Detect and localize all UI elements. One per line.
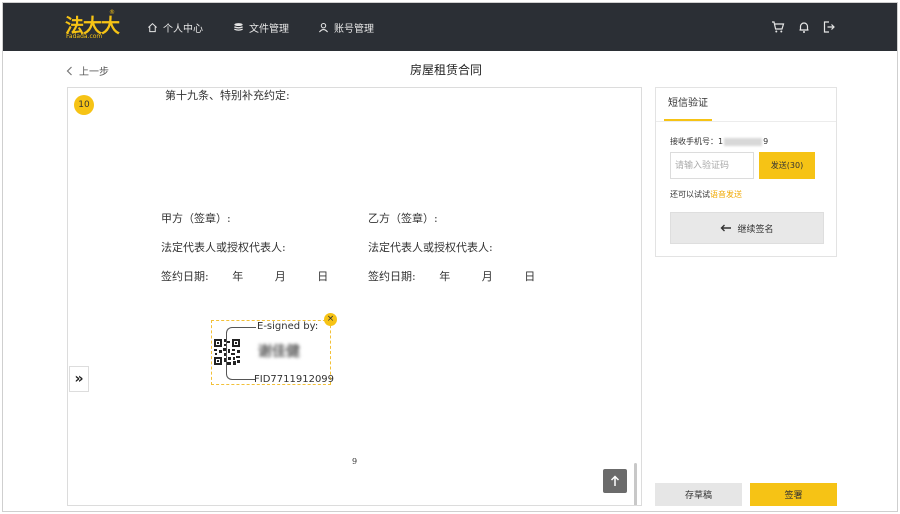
date-year: 年 (439, 270, 451, 283)
nav-file-management[interactable]: 文件管理 (233, 3, 289, 51)
back-label: 上一步 (79, 67, 109, 78)
document-title: 房屋租赁合同 (409, 63, 482, 77)
nav-personal-center[interactable]: 个人中心 (147, 3, 203, 51)
receiving-phone: 接收手机号：1 9 (670, 136, 768, 147)
arrow-up-icon (610, 475, 620, 486)
tab-divider (656, 121, 836, 122)
app-window: 法大大 ® Fadada.com 个人中心 文件管理 账号管理 上一步 房屋租赁… (2, 2, 898, 512)
seal-signed-by: E-signed by: (257, 321, 319, 332)
seal-signer-name: 谢佳健 (258, 344, 300, 360)
nav-label: 文件管理 (249, 23, 289, 35)
back-button[interactable]: 上一步 (66, 63, 109, 78)
alt-text: 还可以试试 (670, 190, 710, 199)
party-a-sign-date: 签约日期: 年 月 日 (161, 268, 328, 284)
nav-label: 账号管理 (334, 23, 374, 35)
arrow-left-icon (720, 224, 732, 232)
sign-button[interactable]: 签署 (750, 483, 837, 506)
phone-suffix: 9 (763, 137, 769, 146)
voice-send-link[interactable]: 语音发送 (710, 190, 742, 199)
user-icon (318, 22, 329, 32)
date-label: 签约日期: (161, 270, 209, 283)
save-draft-button[interactable]: 存草稿 (655, 483, 742, 506)
fadada-logo[interactable]: 法大大 ® Fadada.com (65, 9, 120, 43)
alternative-method: 还可以试试语音发送 (670, 189, 742, 200)
page-badge: 10 (74, 95, 94, 115)
tab-sms-verification[interactable]: 短信验证 (664, 88, 712, 121)
cart-icon[interactable] (771, 20, 785, 34)
database-icon (234, 22, 243, 31)
seal-fid: FID7711912099 (254, 374, 335, 385)
date-month: 月 (274, 270, 286, 283)
nav-account-management[interactable]: 账号管理 (318, 3, 374, 51)
party-b-seal: 乙方（签章）: (368, 212, 438, 225)
nav-label: 个人中心 (163, 23, 203, 35)
party-a-representative: 法定代表人或授权代表人: (161, 241, 286, 254)
back-to-top-button[interactable] (603, 469, 627, 493)
verification-code-input[interactable] (670, 152, 754, 179)
party-b-sign-date: 签约日期: 年 月 日 (368, 268, 535, 284)
date-month: 月 (481, 270, 493, 283)
party-b-representative: 法定代表人或授权代表人: (368, 241, 493, 254)
send-code-button[interactable]: 发送(30) (759, 152, 815, 179)
clause-heading: 第十九条、特别补充约定: (165, 89, 290, 102)
date-day: 日 (524, 270, 536, 283)
chevron-left-icon (66, 66, 72, 75)
remove-signature-button[interactable]: × (324, 313, 337, 326)
home-icon (148, 22, 157, 32)
bell-icon[interactable] (797, 20, 811, 34)
continue-label: 继续签名 (737, 224, 774, 235)
phone-mask (724, 137, 763, 146)
party-a-seal: 甲方（签章）: (161, 212, 231, 225)
logout-icon[interactable] (822, 20, 836, 34)
document-scrollbar[interactable] (634, 463, 637, 505)
e-signature-stamp[interactable]: E-signed by: 谢佳健 FID7711912099 (211, 320, 335, 385)
date-year: 年 (232, 270, 244, 283)
page-number: 9 (352, 457, 358, 466)
date-day: 日 (317, 270, 329, 283)
continue-signing-button[interactable]: 继续签名 (670, 212, 824, 244)
logo-subtitle: Fadada.com (66, 33, 103, 40)
phone-label: 接收手机号： (670, 137, 718, 146)
document-viewer[interactable]: 10 第十九条、特别补充约定: 甲方（签章）: 法定代表人或授权代表人: 签约日… (67, 87, 642, 506)
logo-registered: ® (109, 9, 115, 16)
phone-prefix: 1 (718, 137, 724, 146)
seal-bracket (226, 327, 256, 380)
expand-sidebar-button[interactable]: » (69, 366, 89, 392)
top-navigation-bar: 法大大 ® Fadada.com 个人中心 文件管理 账号管理 (3, 3, 897, 51)
sms-verification-panel: 短信验证 接收手机号：1 9 发送(30) 还可以试试语音发送 继续签名 (655, 87, 837, 257)
date-label: 签约日期: (368, 270, 416, 283)
